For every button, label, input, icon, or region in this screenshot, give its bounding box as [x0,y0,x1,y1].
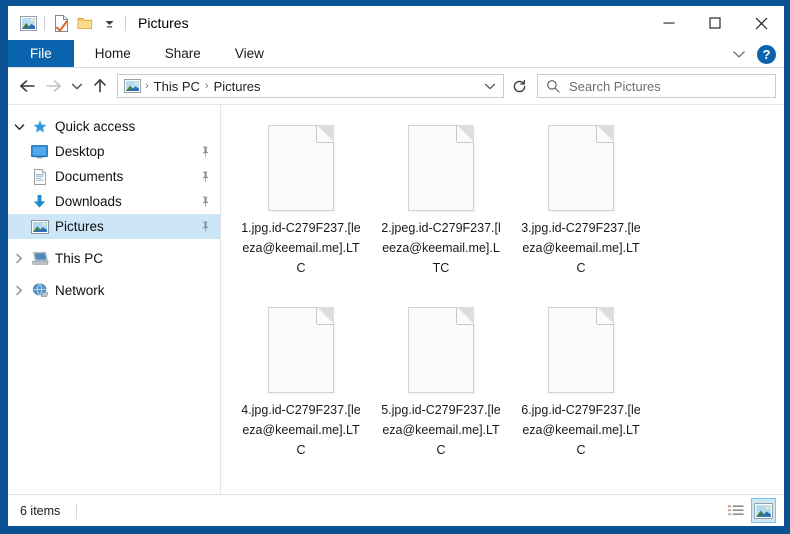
pin-icon[interactable] [198,195,212,209]
sidebar-item-label: Network [55,283,105,298]
sidebar-item-network[interactable]: Network [8,278,220,303]
blank-file-icon [253,120,349,216]
large-icons-view-icon[interactable] [751,498,776,523]
pin-icon[interactable] [198,220,212,234]
pictures-icon[interactable] [16,11,40,35]
ribbon-tab-bar: File Home Share View ? [8,40,784,68]
refresh-icon[interactable] [506,73,532,99]
recent-locations-icon[interactable] [66,73,87,99]
file-item[interactable]: 2.jpeg.id-C279F237.[leeza@keemail.me].LT… [371,112,511,294]
tab-view[interactable]: View [218,40,281,67]
window-title: Pictures [138,15,189,31]
details-view-icon[interactable] [723,498,748,523]
minimize-button[interactable] [646,6,692,40]
sidebar-item-label: Quick access [55,119,136,134]
documents-icon [30,168,49,185]
search-icon [546,79,560,93]
sidebar-item-pictures[interactable]: Pictures [8,214,220,239]
thispc-icon [30,250,49,267]
window-inner: Pictures File Home Share View ? › This P… [8,6,784,526]
file-name: 1.jpg.id-C279F237.[leeza@keemail.me].LTC [241,221,361,275]
sidebar-item-documents[interactable]: Documents [8,164,220,189]
tab-home[interactable]: Home [78,40,148,67]
desktop-icon [30,143,49,160]
network-icon [30,282,49,299]
breadcrumb: › This PC › Pictures [123,78,481,95]
view-buttons [723,498,776,523]
file-item[interactable]: 5.jpg.id-C279F237.[leeza@keemail.me].LTC [371,294,511,476]
star-icon [30,118,49,135]
breadcrumb-pictures-icon [123,78,142,95]
title-bar: Pictures [8,6,784,40]
blank-file-icon [533,120,629,216]
chevron-right-icon[interactable] [8,278,30,303]
item-count: 6 items [20,503,61,518]
address-toolbar: › This PC › Pictures [8,68,784,104]
sidebar-item-downloads[interactable]: Downloads [8,189,220,214]
address-bar[interactable]: › This PC › Pictures [117,74,504,98]
breadcrumb-item-pictures[interactable]: Pictures [210,79,265,94]
sidebar-item-label: This PC [55,251,104,266]
file-item[interactable]: 1.jpg.id-C279F237.[leeza@keemail.me].LTC [231,112,371,294]
sidebar-item-label: Documents [55,169,124,184]
forward-button[interactable] [40,73,66,99]
file-grid: 1.jpg.id-C279F237.[leeza@keemail.me].LTC [221,105,784,494]
file-name: 4.jpg.id-C279F237.[leeza@keemail.me].LTC [241,403,361,457]
up-button[interactable] [87,73,113,99]
toolbar-divider [44,15,45,31]
pictures-icon [30,218,49,235]
file-item[interactable]: 3.jpg.id-C279F237.[leeza@keemail.me].LTC [511,112,651,294]
back-button[interactable] [14,73,40,99]
downloads-icon [30,193,49,210]
sidebar-item-label: Downloads [55,194,122,209]
sidebar-item-label: Pictures [55,219,104,234]
tab-file[interactable]: File [8,40,74,67]
file-name: 5.jpg.id-C279F237.[leeza@keemail.me].LTC [381,403,501,457]
tab-share[interactable]: Share [148,40,218,67]
window-controls [646,6,784,40]
explorer-window: Pictures File Home Share View ? › This P… [0,0,790,534]
explorer-body: pcrisk risk.com Quick access [8,104,784,516]
chevron-right-icon[interactable] [8,246,30,271]
file-name: 2.jpeg.id-C279F237.[leeza@keemail.me].LT… [381,221,501,275]
file-item[interactable]: 6.jpg.id-C279F237.[leeza@keemail.me].LTC [511,294,651,476]
help-button[interactable]: ? [757,44,776,64]
file-name: 6.jpg.id-C279F237.[leeza@keemail.me].LTC [521,403,641,457]
blank-file-icon [253,302,349,398]
pin-icon[interactable] [198,145,212,159]
toolbar-divider-2 [125,15,126,31]
properties-icon[interactable] [49,11,73,35]
sidebar-item-this-pc[interactable]: This PC [8,246,220,271]
chevron-down-icon[interactable] [8,114,30,139]
status-divider [76,502,78,519]
file-item[interactable]: 4.jpg.id-C279F237.[leeza@keemail.me].LTC [231,294,371,476]
sidebar-item-label: Desktop [55,144,105,159]
search-input[interactable] [569,78,775,94]
status-bar: 6 items [8,494,784,526]
sidebar-item-desktop[interactable]: Desktop [8,139,220,164]
address-dropdown-chevron-icon[interactable] [481,75,499,97]
search-box[interactable] [537,74,776,98]
chevron-down-icon[interactable] [727,42,751,66]
blank-file-icon [533,302,629,398]
ribbon-right-controls: ? [727,40,780,68]
blank-file-icon [393,302,489,398]
maximize-button[interactable] [692,6,738,40]
file-name: 3.jpg.id-C279F237.[leeza@keemail.me].LTC [521,221,641,275]
new-folder-icon[interactable] [73,11,97,35]
breadcrumb-item-this-pc[interactable]: This PC [150,79,204,94]
file-list-pane[interactable]: 1.jpg.id-C279F237.[leeza@keemail.me].LTC [220,105,784,494]
quick-access-toolbar [8,11,130,35]
pin-icon[interactable] [198,170,212,184]
navigation-pane[interactable]: Quick access Desktop Documents Downloads… [8,105,220,494]
customize-chevron-icon[interactable] [97,11,121,35]
sidebar-item-quick-access[interactable]: Quick access [8,114,220,139]
blank-file-icon [393,120,489,216]
close-icon[interactable] [738,6,784,40]
